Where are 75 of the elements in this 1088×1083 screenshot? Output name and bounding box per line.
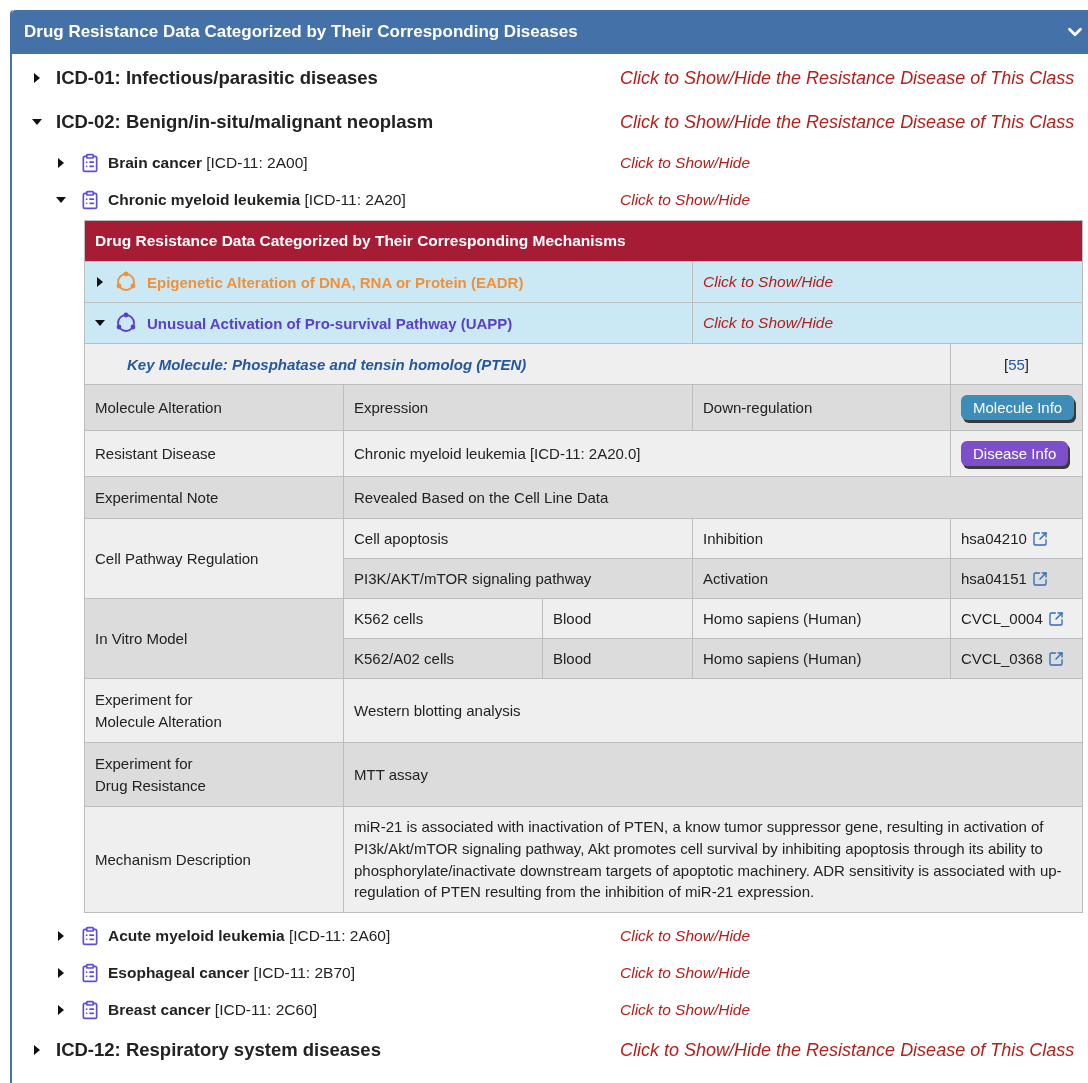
external-link-icon	[1031, 530, 1048, 547]
toggle-link[interactable]: Click to Show/Hide	[620, 190, 751, 209]
table-cell: Western blotting analysis	[343, 678, 1083, 743]
row-label: Experimental Note	[84, 476, 344, 519]
table-cell: miR-21 is associated with inactivation of PTEN, a know tumor suppressor gene, resulting in activation of PI3k/Akt/mTOR signaling pathway, Akt promotes cell survival by inhibiting apoptosis through its ability to phosphorylate/inactivate downstream targets of apoptotic machinery. ADR sensitivity is associated with up-regulation of PTEN resulting from the inhibition of miR-21 expression.	[343, 806, 1083, 913]
toggle-link[interactable]: Click to Show/Hide	[692, 302, 1083, 344]
external-link-icon	[1031, 570, 1048, 587]
caret-right-icon[interactable]	[95, 277, 105, 287]
caret-right-icon[interactable]	[32, 73, 42, 83]
table-cell: Homo sapiens (Human)	[692, 638, 951, 679]
mechanism-table-header: Drug Resistance Data Categorized by Their Corresponding Mechanisms	[84, 220, 1083, 262]
circle-dots-icon	[115, 312, 137, 334]
row-label: Cell Pathway Regulation	[84, 518, 344, 599]
table-cell: Revealed Based on the Cell Line Data	[343, 476, 1083, 519]
disease-title[interactable]: Acute myeloid leukemia [ICD-11: 2A60]	[108, 926, 391, 945]
toggle-link[interactable]: Click to Show/Hide the Resistance Disease of This Class	[620, 111, 1075, 133]
caret-right-icon[interactable]	[32, 1045, 42, 1055]
panel-title: Drug Resistance Data Categorized by Their Corresponding Diseases	[24, 22, 578, 42]
caret-down-icon[interactable]	[95, 318, 105, 328]
table-cell: Activation	[692, 558, 951, 599]
table-cell: K562 cells	[343, 598, 543, 639]
toggle-link[interactable]: Click to Show/Hide	[620, 153, 751, 172]
caret-down-icon[interactable]	[32, 117, 42, 127]
disease-title[interactable]: Esophageal cancer [ICD-11: 2B70]	[108, 963, 355, 982]
toggle-link[interactable]: Click to Show/Hide	[692, 261, 1083, 303]
row-label: Mechanism Description	[84, 806, 344, 913]
toggle-link[interactable]: Click to Show/Hide	[620, 1000, 751, 1019]
disease-info-button[interactable]: Disease Info	[961, 441, 1069, 466]
key-molecule-heading: Key Molecule: Phosphatase and tensin homolog (PTEN)	[84, 343, 951, 385]
table-cell: PI3K/AKT/mTOR signaling pathway	[343, 558, 693, 599]
caret-right-icon[interactable]	[56, 157, 66, 168]
class-title[interactable]: ICD-02: Benign/in-situ/malignant neoplasm	[56, 111, 434, 133]
class-title[interactable]: ICD-12: Respiratory system diseases	[56, 1039, 381, 1061]
toggle-link[interactable]: Click to Show/Hide the Resistance Disease of This Class	[620, 67, 1075, 89]
row-label: Experiment for Drug Resistance	[84, 742, 344, 807]
clipboard-icon	[80, 962, 100, 983]
row-label: Experiment for Molecule Alteration	[84, 678, 344, 743]
clipboard-icon	[80, 152, 100, 173]
row-label: Molecule Alteration	[84, 384, 344, 431]
table-cell: Inhibition	[692, 518, 951, 559]
caret-right-icon[interactable]	[56, 930, 66, 941]
row-label: In Vitro Model	[84, 598, 344, 679]
table-cell: Homo sapiens (Human)	[692, 598, 951, 639]
table-cell: Blood	[542, 598, 693, 639]
toggle-link[interactable]: Click to Show/Hide the Resistance Disease of This Class	[620, 1039, 1075, 1061]
table-cell: MTT assay	[343, 742, 1083, 807]
disease-title[interactable]: Chronic myeloid leukemia [ICD-11: 2A20]	[108, 190, 406, 209]
disease-title[interactable]: Brain cancer [ICD-11: 2A00]	[108, 153, 308, 172]
toggle-link[interactable]: Click to Show/Hide	[620, 963, 751, 982]
caret-down-icon[interactable]	[56, 194, 66, 205]
table-cell: K562/A02 cells	[343, 638, 543, 679]
clipboard-icon	[80, 999, 100, 1020]
table-cell: Blood	[542, 638, 693, 679]
disease-title[interactable]: Breast cancer [ICD-11: 2C60]	[108, 1000, 318, 1019]
table-cell: Chronic myeloid leukemia [ICD-11: 2A20.0]	[343, 430, 951, 477]
mechanism-row[interactable]: Unusual Activation of Pro-survival Pathway (UAPP)	[84, 302, 693, 344]
external-link-icon	[1047, 650, 1064, 667]
molecule-info-button[interactable]: Molecule Info	[961, 395, 1075, 420]
circle-dots-icon	[115, 271, 137, 293]
row-label: Resistant Disease	[84, 430, 344, 477]
reference-link[interactable]: 55	[1008, 355, 1025, 373]
table-cell: Expression	[343, 384, 693, 431]
toggle-link[interactable]: Click to Show/Hide	[620, 926, 751, 945]
panel-header[interactable]: Drug Resistance Data Categorized by Their Corresponding Diseases	[12, 10, 1088, 54]
table-cell: Down-regulation	[692, 384, 951, 431]
clipboard-icon	[80, 925, 100, 946]
mechanism-title: Unusual Activation of Pro-survival Pathway (UAPP)	[147, 314, 513, 332]
caret-right-icon[interactable]	[56, 967, 66, 978]
mechanism-title: Epigenetic Alteration of DNA, RNA or Protein (EADR)	[147, 273, 524, 291]
caret-right-icon[interactable]	[56, 1004, 66, 1015]
table-cell: Cell apoptosis	[343, 518, 693, 559]
external-link-icon	[1047, 610, 1064, 627]
reference-text: [55]	[1004, 355, 1029, 373]
clipboard-icon	[80, 189, 100, 210]
class-title[interactable]: ICD-01: Infectious/parasitic diseases	[56, 67, 378, 89]
